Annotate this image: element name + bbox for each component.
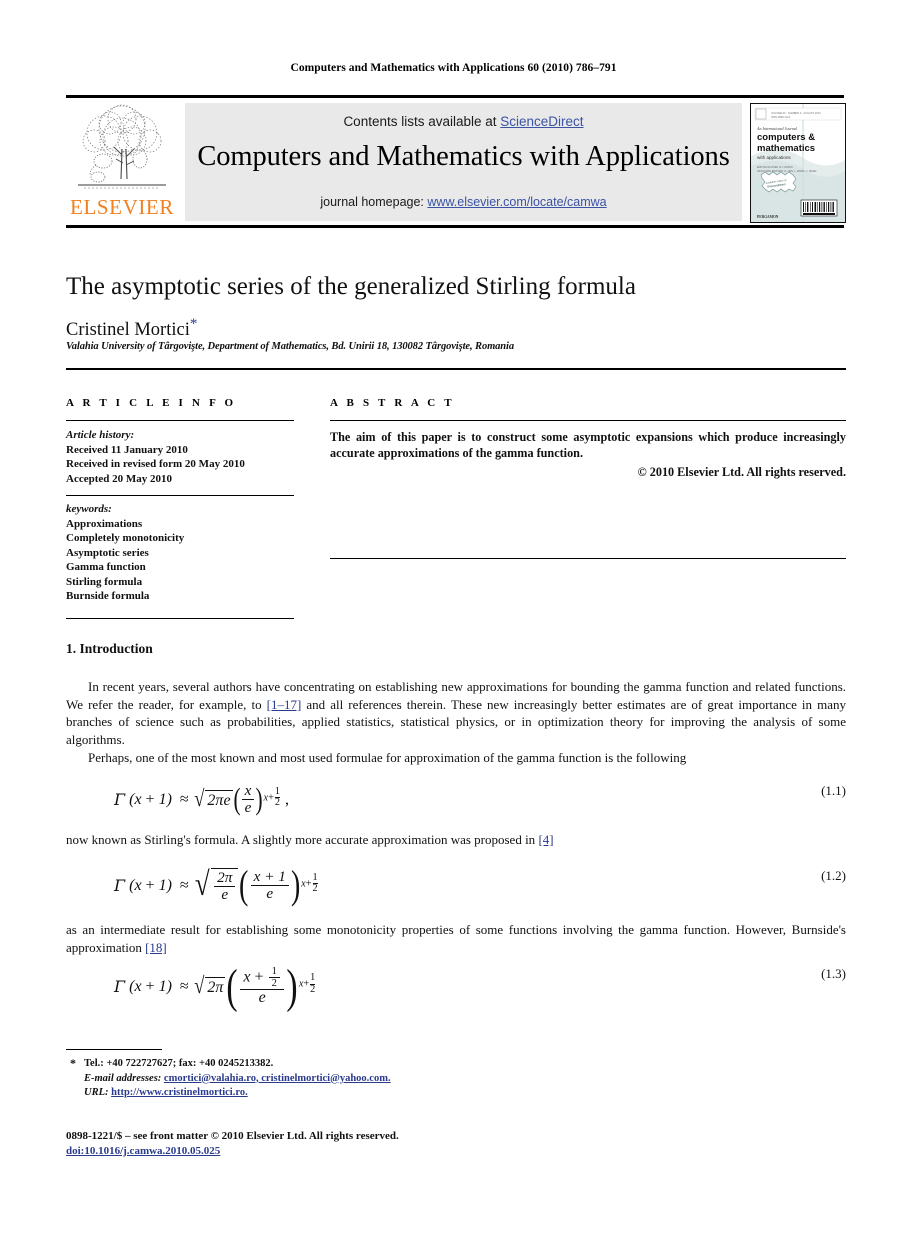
keyword-item: Stirling formula <box>66 575 143 588</box>
paragraph-intro-4: as an intermediate result for establishi… <box>66 921 846 956</box>
page-title: The asymptotic series of the generalized… <box>66 273 636 300</box>
svg-text:VOLUME 60 · NUMBER 3 · AUGUST: VOLUME 60 · NUMBER 3 · AUGUST 2010 <box>771 111 821 115</box>
author-affiliation: Valahia University of Târgovişte, Depart… <box>66 341 515 352</box>
footnote-url-link[interactable]: http://www.cristinelmortici.ro. <box>111 1087 248 1098</box>
svg-text:PERGAMON: PERGAMON <box>757 215 779 219</box>
front-matter-block: 0898-1221/$ – see front matter © 2010 El… <box>66 1129 666 1159</box>
author-name: Cristinel Mortici* <box>66 313 846 341</box>
article-info-separator <box>66 495 294 496</box>
elsevier-logo: ELSEVIER <box>66 103 178 221</box>
history-accepted: Accepted 20 May 2010 <box>66 472 173 485</box>
journal-masthead: ELSEVIER Contents lists available at Sci… <box>66 95 846 228</box>
equation-1-2: Γ (x + 1) ≈ √ 2π e ( x + 1e ) x+ 1 2 <box>114 862 318 908</box>
running-head: Computers and Mathematics with Applicati… <box>290 62 617 74</box>
journal-title: Computers and Mathematics with Applicati… <box>197 141 730 172</box>
svg-text:An International Journal: An International Journal <box>756 126 798 131</box>
footnote-url-line: URL: http://www.cristinelmortici.ro. <box>66 1086 566 1101</box>
citation-link-18[interactable]: [18] <box>145 940 167 955</box>
doi-link[interactable]: doi:10.1016/j.camwa.2010.05.025 <box>66 1144 666 1159</box>
footnote-email-links[interactable]: cmortici@valahia.ro, cristinelmortici@ya… <box>164 1073 391 1084</box>
equation-1-3-row: Γ (x + 1) ≈ √ 2π ( x + 12 e ) x+ 1 2 (1.3) <box>66 959 846 1024</box>
article-history-label: Article history: <box>66 429 135 441</box>
masthead-bottom-rule <box>66 225 844 228</box>
footnote-rule <box>66 1049 162 1050</box>
elsevier-tree-icon <box>78 104 166 189</box>
svg-text:EDITOR-IN-CHIEF: E.Y. RODIN: EDITOR-IN-CHIEF: E.Y. RODIN <box>757 166 793 169</box>
keywords-label: keywords: <box>66 503 112 515</box>
journal-homepage-link[interactable]: www.elsevier.com/locate/camwa <box>427 195 606 209</box>
homepage-prefix: journal homepage: <box>320 195 428 209</box>
paper-page: Computers and Mathematics with Applicati… <box>0 0 907 1238</box>
paragraph-intro-3: now known as Stirling's formula. A sligh… <box>66 831 846 849</box>
journal-cover-thumbnail: VOLUME 60 · NUMBER 3 · AUGUST 2010 ISSN … <box>750 103 846 223</box>
abstract-copyright: © 2010 Elsevier Ltd. All rights reserved… <box>637 465 846 479</box>
abstract-text: The aim of this paper is to construct so… <box>330 430 846 460</box>
contents-prefix: Contents lists available at <box>343 114 501 129</box>
article-info-heading: A R T I C L E I N F O <box>66 397 237 409</box>
section-heading-introduction: 1. Introduction <box>66 641 153 656</box>
cover-artwork: VOLUME 60 · NUMBER 3 · AUGUST 2010 ISSN … <box>751 104 845 222</box>
history-revised: Received in revised form 20 May 2010 <box>66 458 245 470</box>
sciencedirect-link[interactable]: ScienceDirect <box>500 114 583 129</box>
equation-number-1-3: (1.3) <box>821 966 846 981</box>
footnote-block: * Tel.: +40 722727627; fax: +40 02452133… <box>66 1056 566 1101</box>
footnote-url-label: URL: <box>84 1087 109 1098</box>
paragraph-text: now known as Stirling's formula. A sligh… <box>66 832 539 847</box>
keyword-item: Burnside formula <box>66 590 150 602</box>
keyword-item: Asymptotic series <box>66 546 149 559</box>
paragraph-intro-1: In recent years, several authors have co… <box>66 678 846 748</box>
abstract-bottom-rule <box>330 558 846 559</box>
abstract-column: A B S T R A C T The aim of this paper is… <box>330 396 846 559</box>
article-info-bottom-rule <box>66 617 294 619</box>
article-info-column: A R T I C L E I N F O Article history: R… <box>66 396 294 619</box>
svg-text:ISSN 0898-1221: ISSN 0898-1221 <box>771 115 791 119</box>
svg-text:computers &: computers & <box>757 132 815 143</box>
citation-link-4[interactable]: [4] <box>538 832 553 847</box>
keyword-item: Gamma function <box>66 561 146 573</box>
footnote-email-line: E-mail addresses: cmortici@valahia.ro, c… <box>66 1072 566 1087</box>
abstract-heading: A B S T R A C T <box>330 397 455 409</box>
footnote-tel: Tel.: +40 722727627; fax: +40 0245213382… <box>84 1058 274 1069</box>
elsevier-wordmark: ELSEVIER <box>70 195 174 219</box>
equation-1-2-row: Γ (x + 1) ≈ √ 2π e ( x + 1e ) x+ 1 2 (1.2) <box>66 862 846 920</box>
paragraph-intro-2: Perhaps, one of the most known and most … <box>88 750 687 765</box>
equation-1-3: Γ (x + 1) ≈ √ 2π ( x + 12 e ) x+ 1 2 <box>114 959 316 1013</box>
author-label: Cristinel Mortici <box>66 320 190 341</box>
title-bottom-rule <box>66 368 846 370</box>
abstract-rule <box>330 420 846 421</box>
journal-homepage-line: journal homepage: www.elsevier.com/locat… <box>185 195 742 209</box>
keyword-item: Completely monotonicity <box>66 532 185 544</box>
citation-link-1-17[interactable]: [1–17] <box>267 697 302 712</box>
paragraph-text: as an intermediate result for establishi… <box>66 922 846 955</box>
equation-1-1: Γ (x + 1) ≈ √ 2πe ( xe ) x+ 1 2 , <box>114 782 289 817</box>
equation-1-1-row: Γ (x + 1) ≈ √ 2πe ( xe ) x+ 1 2 , (1.1) <box>66 782 846 829</box>
svg-text:with applications: with applications <box>757 155 791 160</box>
svg-text:mathematics: mathematics <box>757 143 815 154</box>
equation-number-1-1: (1.1) <box>821 783 846 798</box>
contents-available-line: Contents lists available at ScienceDirec… <box>185 114 742 129</box>
front-matter-line: 0898-1221/$ – see front matter © 2010 El… <box>66 1130 399 1142</box>
keyword-item: Approximations <box>66 517 143 530</box>
equation-number-1-2: (1.2) <box>821 868 846 883</box>
masthead-top-rule <box>66 95 844 98</box>
keywords-group: keywords: Approximations Completely mono… <box>66 502 294 604</box>
footnote-star: * <box>70 1056 76 1070</box>
author-footnote-marker[interactable]: * <box>190 316 198 332</box>
footnote-email-label: E-mail addresses: <box>84 1072 162 1084</box>
history-received: Received 11 January 2010 <box>66 443 188 456</box>
article-info-rule <box>66 420 294 421</box>
journal-panel: Contents lists available at ScienceDirec… <box>185 103 742 221</box>
article-history-group: Article history: Received 11 January 201… <box>66 428 294 486</box>
